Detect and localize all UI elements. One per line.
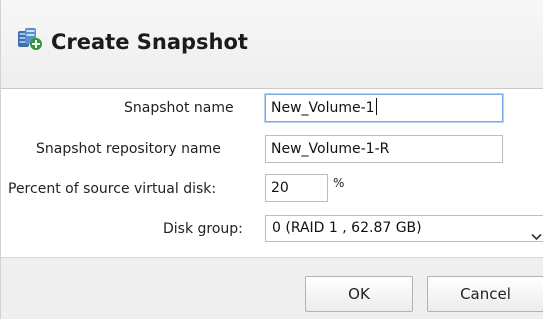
snapshot-name-label: Snapshot name <box>124 100 234 116</box>
chevron-down-icon <box>531 225 542 241</box>
disk-group-selected: 0 (RAID 1 , 62.87 GB) <box>272 220 422 236</box>
text-caret <box>375 98 377 115</box>
percent-input[interactable]: 20 <box>265 174 328 202</box>
dialog-footer: OK Cancel <box>1 257 543 319</box>
dialog-title: Create Snapshot <box>51 30 248 54</box>
percent-value: 20 <box>271 180 289 196</box>
percent-label: Percent of source virtual disk: <box>8 181 217 197</box>
ok-button[interactable]: OK <box>305 276 413 312</box>
snapshot-name-value: New_Volume-1 <box>271 100 375 116</box>
repository-name-input[interactable]: New_Volume-1-R <box>265 135 503 163</box>
disk-group-select[interactable]: 0 (RAID 1 , 62.87 GB) <box>265 215 543 242</box>
create-snapshot-dialog: Create Snapshot Snapshot name New_Volume… <box>0 0 543 319</box>
cancel-button[interactable]: Cancel <box>427 276 543 312</box>
disk-group-label: Disk group: <box>163 221 243 237</box>
repository-name-label: Snapshot repository name <box>36 141 221 157</box>
percent-unit: % <box>333 176 345 190</box>
dialog-header: Create Snapshot <box>1 0 543 89</box>
snapshot-name-input[interactable]: New_Volume-1 <box>265 94 503 122</box>
snapshot-form: Snapshot name New_Volume-1 Snapshot repo… <box>1 89 543 257</box>
snapshot-create-icon <box>17 27 43 51</box>
repository-name-value: New_Volume-1-R <box>271 141 390 157</box>
